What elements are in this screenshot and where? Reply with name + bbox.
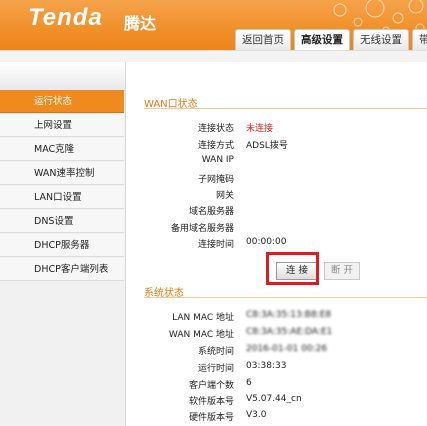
wan-connection-type-label: 连接方式	[197, 141, 234, 151]
sidebar-item-dns-settings[interactable]: DNS设置	[0, 210, 124, 233]
sidebar-top-bar	[0, 62, 125, 91]
wan-ip-label: WAN IP	[201, 155, 234, 165]
highlight-box	[266, 252, 319, 285]
tab-wireless-settings[interactable]: 无线设置	[353, 29, 409, 50]
client-count-value: 6	[246, 378, 252, 388]
lan-mac-label: LAN MAC 地址	[172, 313, 234, 323]
dns-server-label: 域名服务器	[188, 207, 234, 217]
wan-connection-status-label: 连接状态	[197, 124, 234, 134]
hardware-version-label: 硬件版本号	[188, 413, 234, 423]
backup-dns-server-label: 备用域名服务器	[170, 224, 234, 234]
wan-section-divider	[144, 108, 427, 109]
sidebar-item-dhcp-client-list[interactable]: DHCP客户端列表	[0, 258, 124, 281]
wan-connection-type-value: ADSL拨号	[246, 141, 288, 151]
tab-advanced-settings[interactable]: 高级设置	[294, 29, 350, 50]
sidebar-item-lan-settings[interactable]: LAN口设置	[0, 186, 124, 209]
uptime-label: 运行时间	[197, 364, 234, 374]
lan-mac-value: C8:3A:35:13:B8:E8	[246, 310, 332, 320]
gateway-label: 网关	[215, 191, 234, 201]
uptime-value: 03:38:33	[246, 361, 287, 371]
hardware-version-value: V3.0	[246, 410, 267, 420]
software-version-label: 软件版本号	[188, 397, 234, 407]
disconnect-button[interactable]: 断 开	[324, 262, 360, 280]
system-time-label: 系统时间	[197, 347, 234, 357]
connection-time-value: 00:00:00	[246, 237, 287, 247]
sidebar-item-wan-rate-control[interactable]: WAN速率控制	[0, 162, 124, 185]
main-content: WAN口状态 连接状态 未连接 连接方式 ADSL拨号 WAN IP 子网掩码 …	[126, 62, 427, 426]
wan-mac-label: WAN MAC 地址	[168, 330, 234, 340]
tab-bandwidth[interactable]: 带	[412, 29, 427, 50]
tab-home[interactable]: 返回首页	[235, 29, 291, 50]
wan-mac-value: C8:3A:35:AE:DA:E1	[246, 327, 333, 337]
brand-logo-cn: 腾达	[124, 14, 157, 33]
software-version-value: V5.07.44_cn	[246, 394, 302, 404]
sidebar-item-running-status[interactable]: 运行状态	[0, 90, 124, 113]
brand-logo: Tenda	[28, 4, 103, 31]
system-section-divider	[144, 297, 427, 298]
wan-connection-status-value: 未连接	[246, 124, 274, 134]
sidebar-item-internet-settings[interactable]: 上网设置	[0, 114, 124, 137]
client-count-label: 客户端个数	[188, 381, 234, 391]
system-time-value: 2016-01-01 00:26	[246, 344, 328, 354]
subnet-mask-label: 子网掩码	[197, 175, 234, 185]
sidebar-item-mac-clone[interactable]: MAC克隆	[0, 138, 124, 161]
top-tabs: 返回首页 高级设置 无线设置 带	[235, 29, 427, 50]
sidebar-item-dhcp-server[interactable]: DHCP服务器	[0, 234, 124, 257]
connection-time-label: 连接时间	[197, 240, 234, 250]
sidebar: 运行状态 上网设置 MAC克隆 WAN速率控制 LAN口设置 DNS设置 DHC…	[0, 62, 126, 426]
